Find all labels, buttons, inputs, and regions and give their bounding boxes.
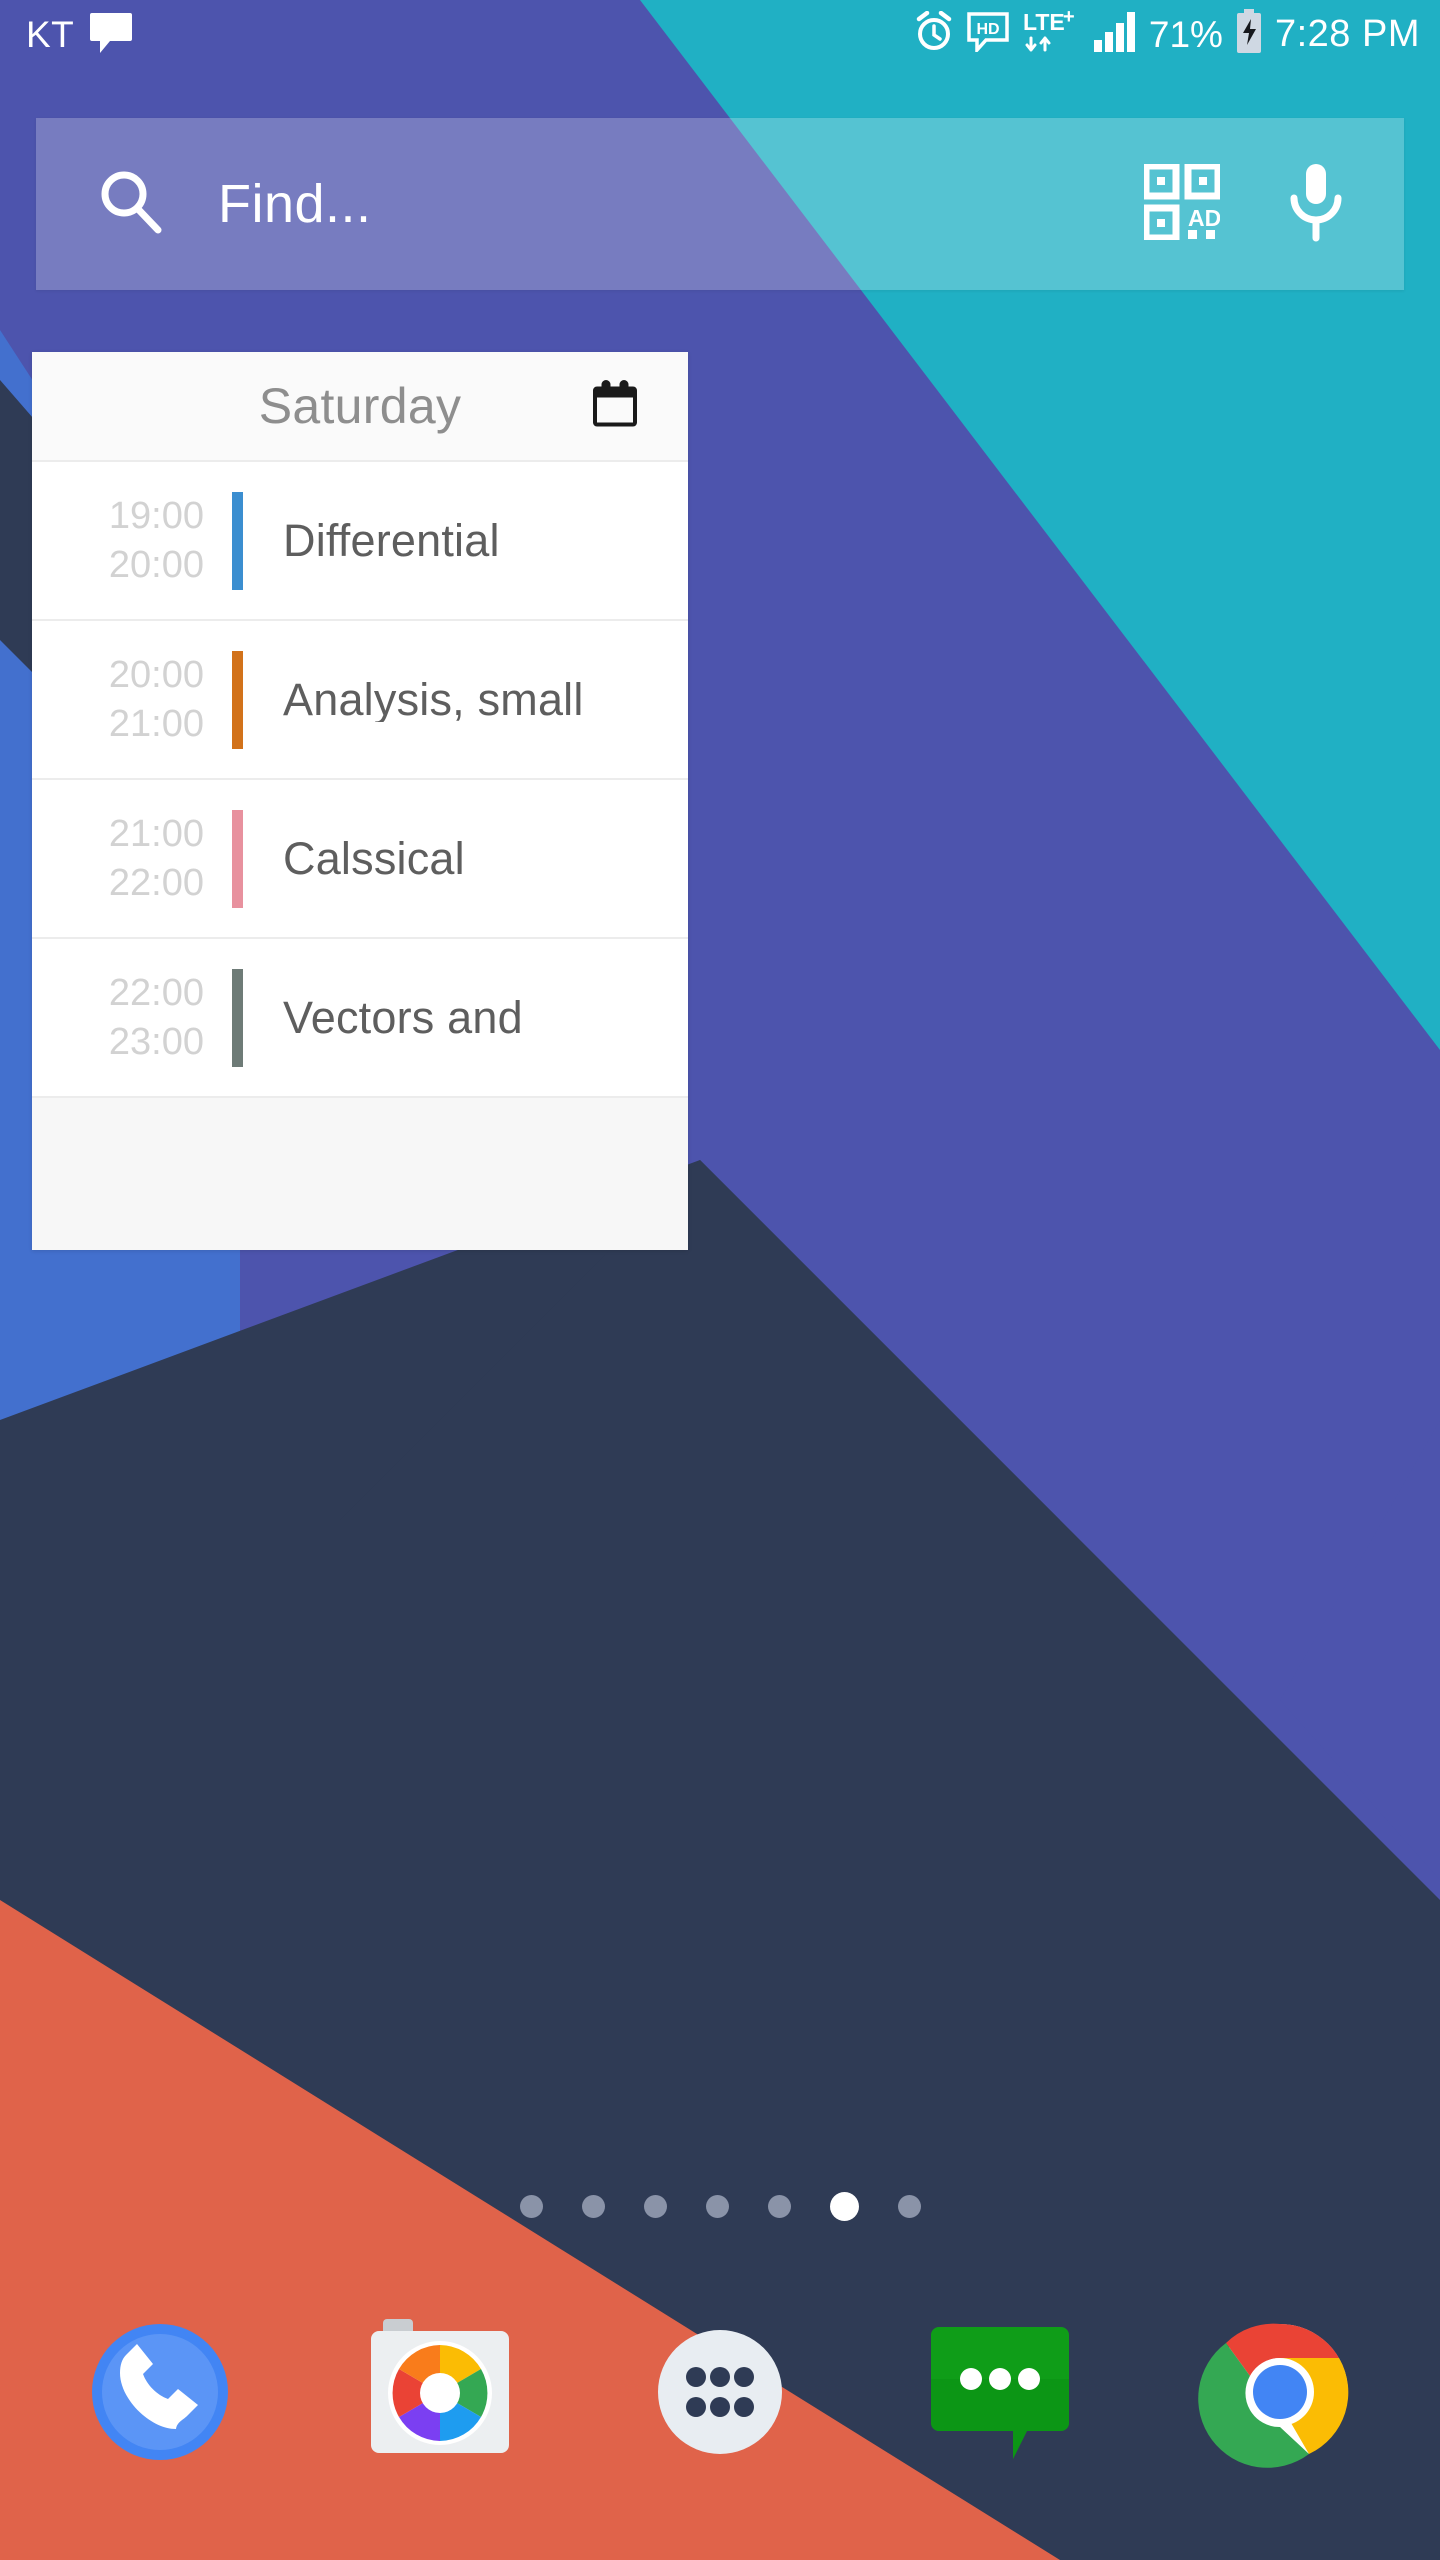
page-dot[interactable] (897, 2195, 921, 2218)
battery-charging-icon (1234, 8, 1264, 60)
event-time-range: 20:00 21:00 (32, 651, 222, 748)
event-title: Calssical (283, 836, 465, 881)
page-dot-active[interactable] (829, 2192, 859, 2221)
event-start-time: 22:00 (108, 971, 204, 1014)
search-input[interactable]: Find... (218, 177, 1144, 231)
dock-item-phone[interactable] (75, 2307, 245, 2477)
event-color-bar (232, 650, 243, 749)
event-time-range: 22:00 23:00 (32, 969, 222, 1066)
calendar-event-row[interactable]: 20:00 21:00 Analysis, small (32, 619, 688, 778)
search-icon[interactable] (94, 166, 166, 243)
status-bar-left: KT (26, 11, 134, 58)
event-title: Analysis, small (283, 677, 584, 722)
event-end-time: 23:00 (108, 1020, 204, 1063)
qr-scanner-icon[interactable]: AD (1142, 162, 1222, 245)
dock-item-chrome[interactable] (1195, 2307, 1365, 2477)
calendar-widget-footer (32, 1096, 688, 1250)
svg-text:LTE: LTE (1023, 9, 1065, 35)
carrier-label: KT (26, 13, 75, 55)
calendar-event-row[interactable]: 22:00 23:00 Vectors and (32, 937, 688, 1096)
svg-text:HD: HD (976, 21, 999, 38)
calendar-widget-header[interactable]: Saturday (32, 352, 688, 460)
event-start-time: 20:00 (108, 653, 204, 696)
event-color-bar (232, 968, 243, 1067)
hd-call-icon: HD (966, 11, 1010, 57)
event-title: Vectors and (283, 995, 523, 1040)
status-bar[interactable]: KT HD LTE + 71% 7:28 PM (0, 0, 1440, 68)
dock-item-app-drawer[interactable] (635, 2307, 805, 2477)
dock-item-messages[interactable] (915, 2307, 1085, 2477)
event-color-bar (232, 809, 243, 908)
message-bubble-icon (88, 11, 134, 58)
calendar-event-row[interactable]: 21:00 22:00 Calssical (32, 778, 688, 937)
event-time-range: 19:00 20:00 (32, 492, 222, 589)
event-end-time: 22:00 (108, 861, 204, 904)
calendar-icon[interactable] (592, 380, 638, 433)
calendar-widget-title: Saturday (258, 378, 462, 434)
page-dot[interactable] (767, 2195, 791, 2218)
page-dot[interactable] (705, 2195, 729, 2218)
svg-text:AD: AD (1188, 205, 1220, 231)
calendar-event-row[interactable]: 19:00 20:00 Differential (32, 460, 688, 619)
battery-percent-label: 71% (1148, 13, 1223, 55)
status-bar-clock: 7:28 PM (1274, 13, 1420, 55)
event-color-bar (232, 491, 243, 590)
page-indicator[interactable] (0, 2192, 1440, 2221)
dock (0, 2260, 1440, 2560)
page-dot[interactable] (581, 2195, 605, 2218)
event-start-time: 21:00 (108, 812, 204, 855)
event-start-time: 19:00 (108, 494, 204, 537)
lte-plus-icon: LTE + (1021, 6, 1081, 61)
microphone-icon[interactable] (1286, 160, 1346, 249)
calendar-widget[interactable]: Saturday 19:00 20:00 Differential 20:00 … (32, 352, 688, 1250)
page-dot[interactable] (643, 2195, 667, 2218)
event-end-time: 21:00 (108, 702, 204, 745)
page-dot[interactable] (519, 2195, 543, 2218)
svg-text:+: + (1063, 8, 1075, 28)
dock-item-camera[interactable] (355, 2307, 525, 2477)
event-end-time: 20:00 (108, 543, 204, 586)
search-bar[interactable]: Find... AD (36, 118, 1404, 290)
event-time-range: 21:00 22:00 (32, 810, 222, 907)
alarm-icon (913, 10, 955, 58)
event-title: Differential (283, 518, 500, 563)
signal-bars-icon (1092, 10, 1138, 59)
calendar-event-list: 19:00 20:00 Differential 20:00 21:00 Ana… (32, 460, 688, 1096)
status-bar-right: HD LTE + 71% 7:28 PM (913, 6, 1420, 61)
